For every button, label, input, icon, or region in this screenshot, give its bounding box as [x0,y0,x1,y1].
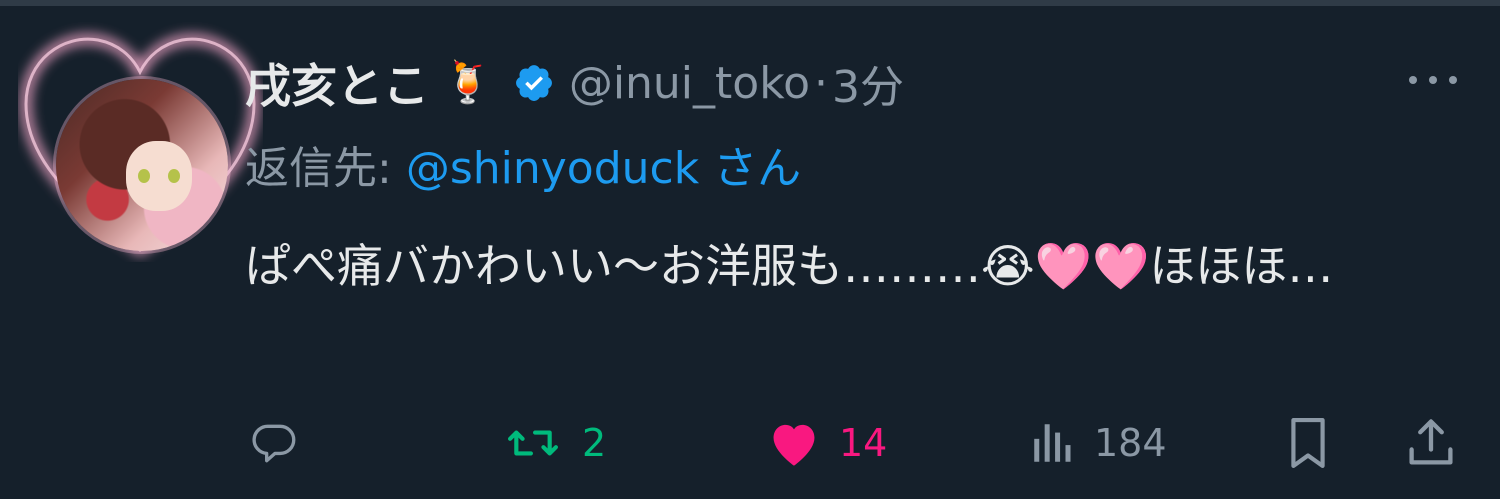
bookmark-button[interactable] [1283,408,1333,478]
views-count: 184 [1094,421,1167,465]
avatar-face [126,141,192,211]
tweet-text-part1: ぱぺ痛バかわいい〜お洋服も……… [245,239,981,293]
retweet-button[interactable]: 2 [500,408,606,478]
top-divider [0,0,1500,6]
avatar[interactable] [56,79,228,251]
timestamp[interactable]: 3分 [832,51,904,115]
views-icon [1034,424,1071,462]
retweet-count: 2 [582,421,607,465]
drink-emoji-icon: 🍹 [443,60,493,106]
retweet-icon [508,430,559,456]
avatar-container[interactable] [18,22,263,262]
reply-button[interactable] [245,408,305,478]
reply-suffix: さん [713,143,802,194]
pink-heart-emoji-icon: 🩷 [1034,239,1093,293]
author-name[interactable]: 戌亥とこ [245,50,429,116]
tweet-text: ぱぺ痛バかわいい〜お洋服も………😭🩷🩷ほほほ… [245,222,1455,310]
reply-handle-link[interactable]: @shinyoduck [406,143,699,194]
crying-emoji-icon: 😭 [981,239,1035,293]
like-button[interactable]: 14 [765,408,887,478]
like-count: 14 [839,421,888,465]
views-button[interactable]: 184 [1028,408,1167,478]
author-handle[interactable]: @inui_toko [569,58,810,109]
separator-dot: · [814,57,829,109]
action-bar: 2 14 184 [0,408,1500,478]
avatar-eye-right [168,169,180,183]
reply-prefix: 返信先: [245,143,406,194]
verified-icon[interactable] [513,62,555,104]
reply-to-line: 返信先: @shinyoduck さん [245,132,801,196]
heart-icon [773,424,815,466]
share-icon [1409,419,1453,465]
share-button[interactable] [1405,408,1457,478]
tweet-text-part2: ほほほ… [1149,239,1334,293]
more-icon[interactable] [1405,68,1461,92]
avatar-eye-left [138,169,150,183]
pink-heart-emoji-icon-2: 🩷 [1092,239,1150,293]
bookmark-icon [1291,418,1325,468]
reply-icon [252,424,296,463]
tweet-header: 戌亥とこ 🍹 @inui_toko · 3分 [245,48,904,118]
